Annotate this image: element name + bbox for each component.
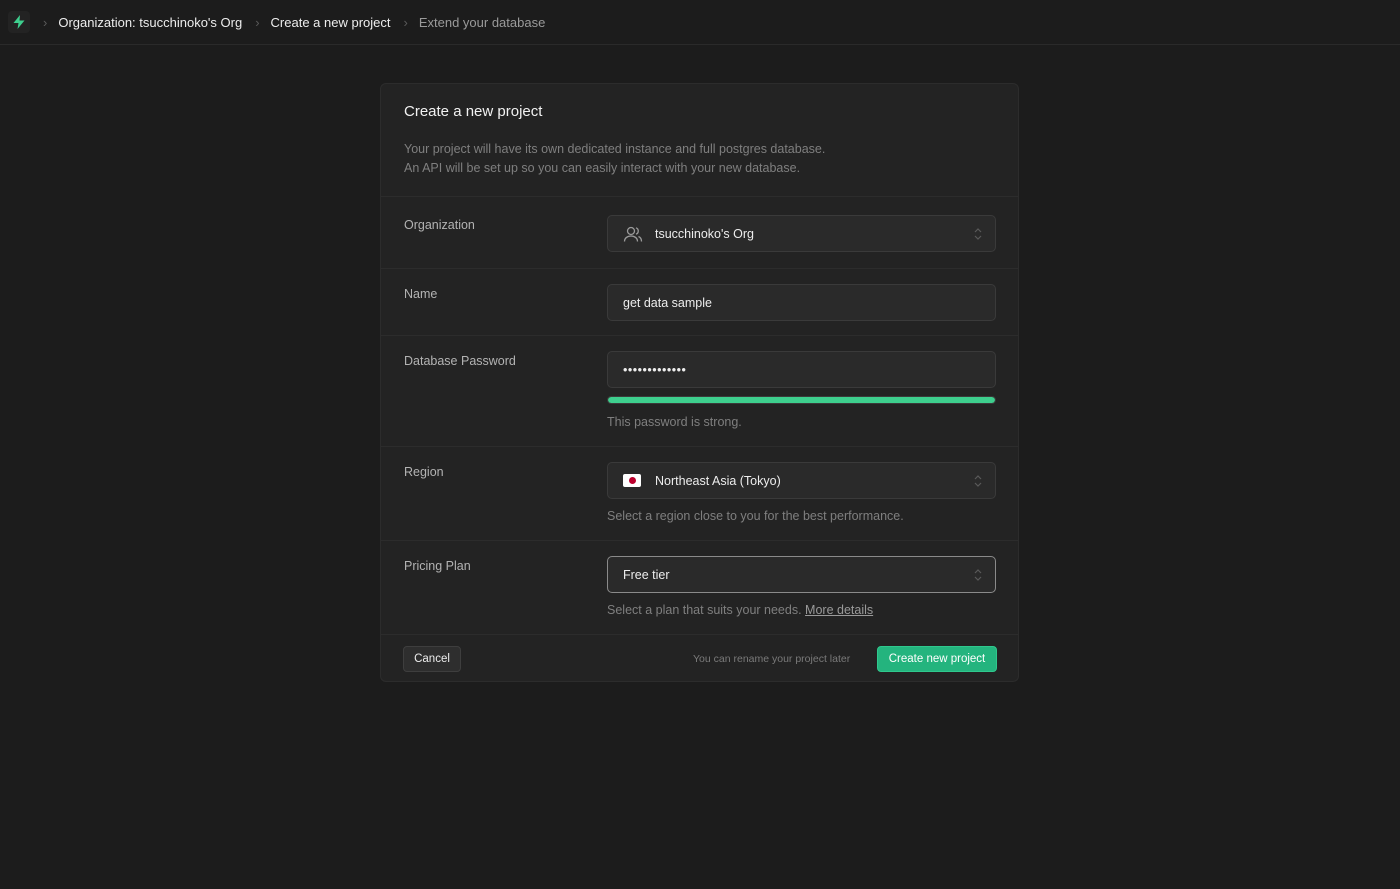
chevron-up-down-icon <box>973 474 983 488</box>
pricing-plan-hint-text: Select a plan that suits your needs. <box>607 603 802 617</box>
pricing-plan-value: Free tier <box>623 567 670 582</box>
users-icon <box>623 225 643 243</box>
pricing-plan-label: Pricing Plan <box>404 559 471 573</box>
chevron-up-down-icon <box>973 227 983 241</box>
name-label: Name <box>404 287 438 301</box>
breadcrumb-organization[interactable]: Organization: tsucchinoko's Org <box>58 15 242 30</box>
password-strength-bar <box>607 396 996 404</box>
divider <box>381 268 1018 269</box>
region-hint: Select a region close to you for the bes… <box>607 509 904 523</box>
card-footer: Cancel You can rename your project later… <box>381 635 1018 681</box>
breadcrumb-separator-icon: › <box>43 14 48 30</box>
region-value: Northeast Asia (Tokyo) <box>655 473 781 488</box>
divider <box>381 335 1018 336</box>
pricing-plan-select[interactable]: Free tier <box>607 556 996 593</box>
database-password-label: Database Password <box>404 354 516 368</box>
create-project-card: Create a new project Your project will h… <box>380 83 1019 682</box>
description-line-2: An API will be set up so you can easily … <box>404 161 801 175</box>
password-strength-text: This password is strong. <box>607 415 742 429</box>
organization-select[interactable]: tsucchinoko's Org <box>607 215 996 252</box>
cancel-button[interactable]: Cancel <box>403 646 461 672</box>
japan-flag-icon <box>623 474 641 487</box>
rename-note: You can rename your project later <box>693 653 851 665</box>
organization-value: tsucchinoko's Org <box>655 226 754 241</box>
project-name-value: get data sample <box>623 295 712 310</box>
database-password-input[interactable]: ••••••••••••• <box>607 351 996 388</box>
password-strength-fill <box>608 397 995 403</box>
divider <box>381 446 1018 447</box>
breadcrumb-create-project[interactable]: Create a new project <box>271 15 391 30</box>
region-select[interactable]: Northeast Asia (Tokyo) <box>607 462 996 499</box>
breadcrumb-separator-icon: › <box>255 14 260 30</box>
chevron-up-down-icon <box>973 568 983 582</box>
breadcrumb-extend-database: Extend your database <box>418 14 546 30</box>
pricing-plan-hint: Select a plan that suits your needs. Mor… <box>607 603 873 617</box>
card-description: Your project will have its own dedicated… <box>404 140 825 178</box>
divider <box>381 540 1018 541</box>
description-line-1: Your project will have its own dedicated… <box>404 142 826 156</box>
top-bar: › Organization: tsucchinoko's Org › Crea… <box>0 0 1400 45</box>
card-title: Create a new project <box>404 103 543 120</box>
database-password-value: ••••••••••••• <box>623 362 687 377</box>
create-new-project-button[interactable]: Create new project <box>877 646 997 672</box>
region-label: Region <box>404 465 444 479</box>
project-name-input[interactable]: get data sample <box>607 284 996 321</box>
organization-label: Organization <box>404 218 475 232</box>
more-details-link[interactable]: More details <box>805 603 873 617</box>
supabase-logo-icon[interactable] <box>8 11 30 33</box>
breadcrumb-separator-icon: › <box>403 14 408 30</box>
divider <box>381 196 1018 197</box>
